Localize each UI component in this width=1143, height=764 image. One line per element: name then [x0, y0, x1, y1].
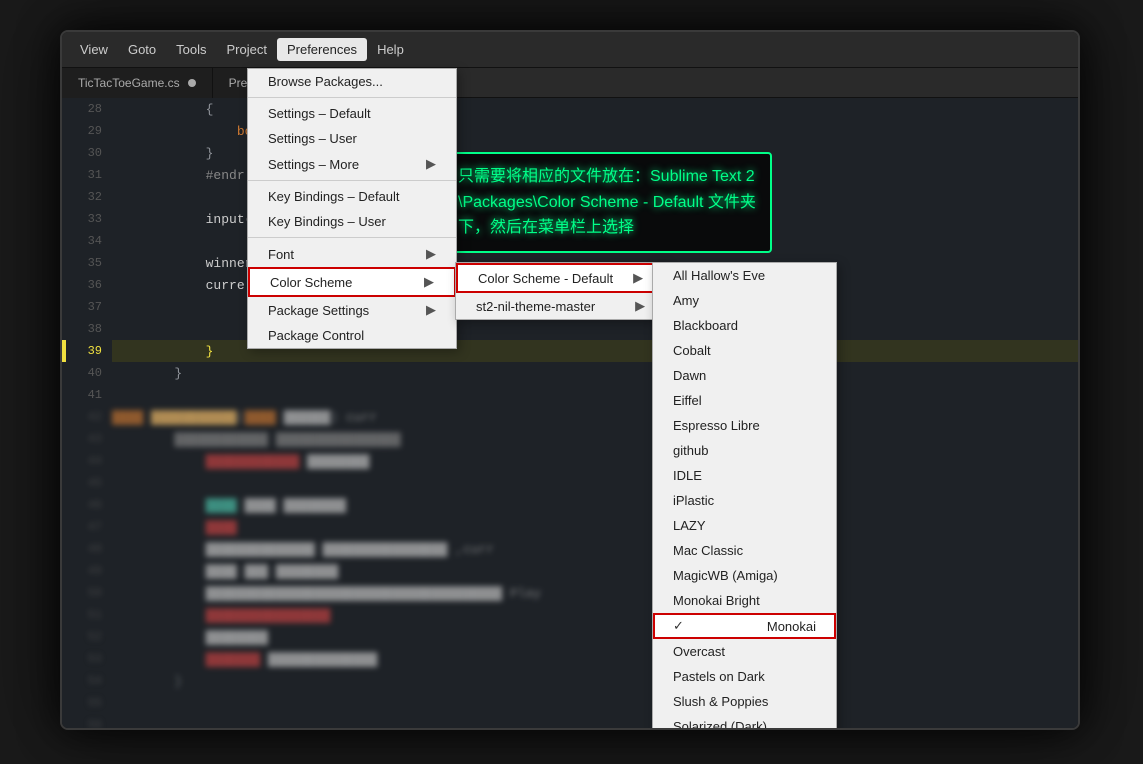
code-line-49: 49 ████ ███ ████████ [112, 560, 1078, 582]
menu-preferences[interactable]: Preferences [277, 38, 367, 61]
code-line-44: 44 ████████████ ████████ [112, 450, 1078, 472]
package-settings-arrow: ▶ [426, 302, 436, 318]
menu-goto[interactable]: Goto [118, 38, 166, 61]
menu-separator-1 [248, 97, 456, 98]
code-line-54: 54 } [112, 670, 1078, 692]
app-window: View Goto Tools Project Preferences Help… [60, 30, 1080, 730]
chinese-instruction-overlay: 只需要将相应的文件放在：Sublime Text 2 \Packages\Col… [442, 152, 772, 253]
cs-monokai[interactable]: ✓ Monokai [653, 613, 836, 639]
color-scheme-default-arrow: ▶ [633, 270, 643, 286]
color-scheme-default[interactable]: Color Scheme - Default ▶ [456, 263, 665, 293]
code-line-51: 51 ████████████████ [112, 604, 1078, 626]
package-control[interactable]: Package Control [248, 323, 456, 348]
cs-solarized-dark[interactable]: Solarized (Dark) [653, 714, 836, 730]
settings-more-arrow: ▶ [426, 156, 436, 172]
code-line-52: 52 ████████ [112, 626, 1078, 648]
cs-idle[interactable]: IDLE [653, 463, 836, 488]
cs-overcast[interactable]: Overcast [653, 639, 836, 664]
code-line-42: 42 ████ ███████████(████ ██████) curr [112, 406, 1078, 428]
menu-view[interactable]: View [70, 38, 118, 61]
cs-monokaibright[interactable]: Monokai Bright [653, 588, 836, 613]
menu-project[interactable]: Project [217, 38, 277, 61]
color-scheme-submenu: Color Scheme - Default ▶ st2-nil-theme-m… [455, 262, 666, 320]
st2-nil-arrow: ▶ [635, 298, 645, 314]
code-line-45: 45 [112, 472, 1078, 494]
st2-nil-theme[interactable]: st2-nil-theme-master ▶ [456, 293, 665, 319]
cs-eiffel[interactable]: Eiffel [653, 388, 836, 413]
cs-macclassic[interactable]: Mac Classic [653, 538, 836, 563]
color-scheme-default-list: All Hallow's Eve Amy Blackboard Cobalt D… [652, 262, 837, 730]
code-line-47: 47 ████ [112, 516, 1078, 538]
cs-slush[interactable]: Slush & Poppies [653, 689, 836, 714]
cs-cobalt[interactable]: Cobalt [653, 338, 836, 363]
key-bindings-default[interactable]: Key Bindings – Default [248, 184, 456, 209]
menu-help[interactable]: Help [367, 38, 414, 61]
preferences-menu: Browse Packages... Settings – Default Se… [247, 68, 457, 349]
cs-blackboard[interactable]: Blackboard [653, 313, 836, 338]
color-scheme-option[interactable]: Color Scheme ▶ [248, 267, 456, 297]
code-line-40: 40 } [112, 362, 1078, 384]
package-settings[interactable]: Package Settings ▶ [248, 297, 456, 323]
cs-iplastic[interactable]: iPlastic [653, 488, 836, 513]
menu-tools[interactable]: Tools [166, 38, 216, 61]
cs-lazy[interactable]: LAZY [653, 513, 836, 538]
menubar: View Goto Tools Project Preferences Help [62, 32, 1078, 68]
tabbar: TicTacToeGame.cs Prefe... [62, 68, 1078, 98]
tab-label: TicTacToeGame.cs [78, 76, 180, 90]
menu-separator-3 [248, 237, 456, 238]
cs-github[interactable]: github [653, 438, 836, 463]
cs-dawn[interactable]: Dawn [653, 363, 836, 388]
cs-amy[interactable]: Amy [653, 288, 836, 313]
browse-packages[interactable]: Browse Packages... [248, 69, 456, 94]
font-arrow: ▶ [426, 246, 436, 262]
code-line-55: 55 [112, 692, 1078, 714]
code-line-41: 41 [112, 384, 1078, 406]
settings-user[interactable]: Settings – User [248, 126, 456, 151]
code-line-43: 43 ████████████ ████████████████ [112, 428, 1078, 450]
code-line-53: 53 ███████ ██████████████ [112, 648, 1078, 670]
key-bindings-user[interactable]: Key Bindings – User [248, 209, 456, 234]
code-line-56: 56 [112, 714, 1078, 728]
tab-unsaved-dot [188, 79, 196, 87]
cs-magicwb[interactable]: MagicWB (Amiga) [653, 563, 836, 588]
settings-more[interactable]: Settings – More ▶ [248, 151, 456, 177]
code-line-46: 46 ████ ████ ████████ [112, 494, 1078, 516]
color-scheme-arrow: ▶ [424, 274, 434, 290]
settings-default[interactable]: Settings – Default [248, 101, 456, 126]
tab-tictactoe[interactable]: TicTacToeGame.cs [62, 68, 213, 98]
line-marker [62, 340, 66, 362]
code-line-48: 48 ██████████████ ████████████████ ,curr [112, 538, 1078, 560]
cs-espresso[interactable]: Espresso Libre [653, 413, 836, 438]
menu-separator-2 [248, 180, 456, 181]
cs-allhallows[interactable]: All Hallow's Eve [653, 263, 836, 288]
cs-pastels[interactable]: Pastels on Dark [653, 664, 836, 689]
checkmark-icon: ✓ [673, 618, 684, 634]
code-line-50: 50 █████████████████████████████████████… [112, 582, 1078, 604]
font-option[interactable]: Font ▶ [248, 241, 456, 267]
